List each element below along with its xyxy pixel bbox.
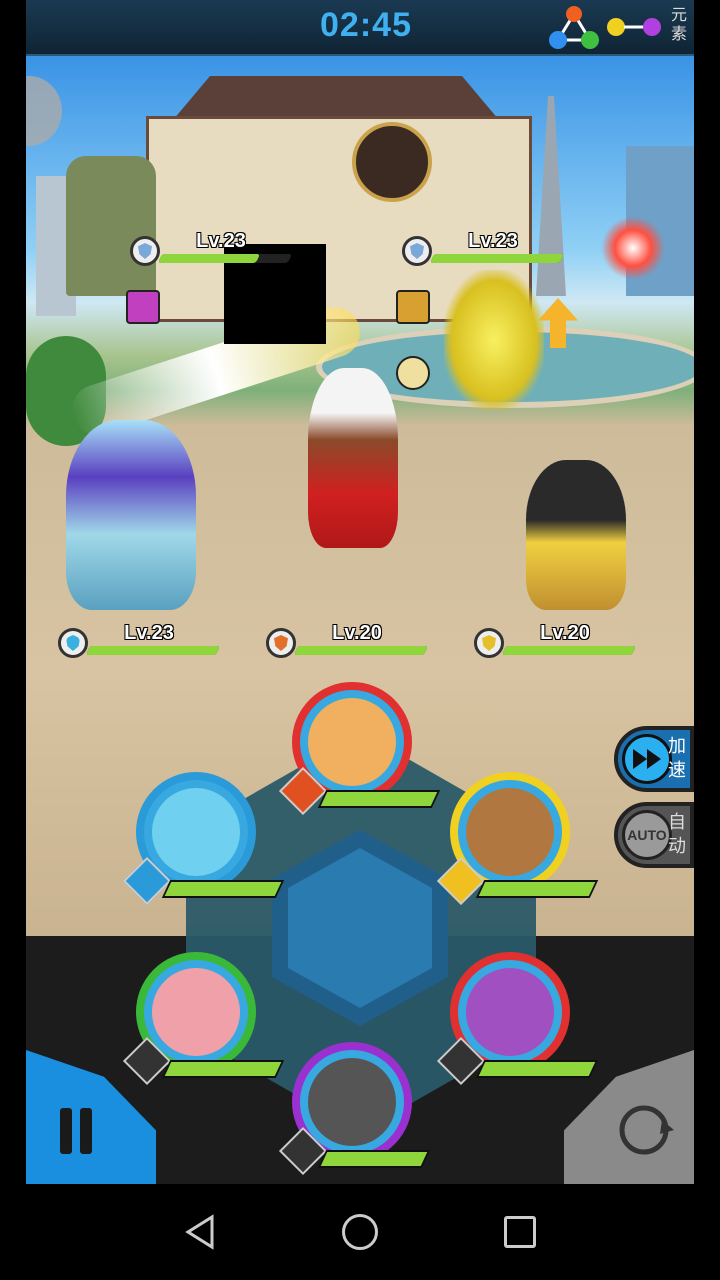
swirl-icon [58, 628, 88, 658]
background-tower [536, 96, 566, 296]
portrait-ice-princess[interactable] [122, 772, 285, 906]
ally-level-2: Lv.20 [332, 622, 382, 644]
shield-icon [474, 628, 504, 658]
attack-buff-icon [396, 290, 430, 324]
shield-icon [402, 236, 432, 266]
lion-statue [66, 156, 156, 296]
defense-buff-icon [396, 356, 430, 390]
fast-forward-icon [633, 749, 661, 769]
enemy-level-1: Lv.23 [196, 230, 246, 252]
ally-bear-cannon[interactable] [526, 460, 626, 610]
battle-timer: 02:45 [320, 6, 412, 44]
temple-emblem-icon [352, 122, 432, 202]
pause-icon [60, 1108, 72, 1154]
top-bar: 02:45 元素 [26, 0, 694, 56]
portrait-pig-warrior[interactable] [122, 952, 285, 1086]
home-circle-icon[interactable] [342, 1214, 378, 1250]
auto-button[interactable]: AUTO 自动 [614, 802, 694, 868]
ally-level-bar-2: Lv.20 [266, 622, 436, 658]
portrait-bear-cannon[interactable] [436, 772, 599, 906]
portrait-red-demon[interactable] [436, 952, 599, 1086]
enemy-pig-warrior[interactable] [444, 270, 544, 410]
ally-level-bar-3: Lv.20 [474, 622, 644, 658]
ally-ice-princess[interactable] [66, 420, 196, 610]
swap-cycle-icon [619, 1105, 674, 1155]
speed-up-button[interactable]: 加速 [614, 726, 694, 792]
shield-icon [130, 236, 160, 266]
ally-level-1: Lv.23 [124, 622, 174, 644]
recent-apps-icon[interactable] [504, 1216, 536, 1248]
element-key-icon[interactable] [606, 14, 662, 40]
back-triangle-icon[interactable] [184, 1214, 216, 1250]
enemy-level-bar-2: Lv.23 [402, 230, 572, 266]
portrait-monkey-king[interactable] [278, 682, 441, 816]
game-frame: 02:45 元素 Lv.23 Lv.23 Lv.23 Lv.20 Lv.20 加… [26, 0, 694, 1184]
enemy-level-bar-1: Lv.23 [130, 230, 300, 266]
auto-text: AUTO [622, 810, 672, 860]
freeze-debuff-icon [126, 290, 160, 324]
shield-icon [266, 628, 296, 658]
portrait-cat-hat[interactable] [278, 1042, 431, 1176]
speed-up-label: 加速 [668, 736, 686, 780]
ally-level-bar-1: Lv.23 [58, 622, 228, 658]
fireball-effect [601, 216, 665, 280]
enemy-level-2: Lv.23 [468, 230, 518, 252]
element-label: 元素 [670, 7, 687, 43]
element-triangle-icon[interactable] [546, 4, 602, 52]
auto-label: 自动 [668, 812, 686, 856]
ally-level-3: Lv.20 [540, 622, 590, 644]
ally-monkey-king[interactable] [308, 368, 398, 548]
